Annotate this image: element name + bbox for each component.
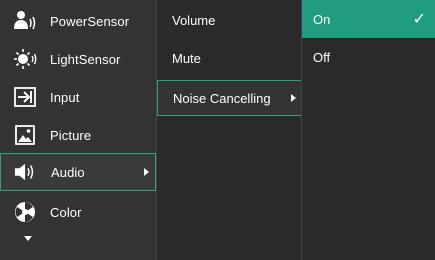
picture-icon [13, 123, 37, 147]
submenu-item-label: Noise Cancelling [173, 90, 271, 106]
submenu-item-label: Mute [172, 50, 201, 66]
menu-item-lightsensor[interactable]: LightSensor [0, 40, 156, 78]
submenu-item-volume[interactable]: Volume [157, 2, 302, 38]
menu-item-label: Color [50, 204, 82, 220]
noise-cancelling-options: On ✓ Off [301, 0, 435, 260]
menu-item-label: LightSensor [50, 51, 121, 67]
scroll-down-icon[interactable] [24, 236, 32, 241]
menu-item-input[interactable]: Input [0, 78, 156, 116]
audio-icon [14, 160, 38, 184]
menu-item-audio[interactable]: Audio [0, 153, 156, 191]
input-icon [13, 85, 37, 109]
menu-item-label: Input [50, 89, 80, 105]
option-label: Off [313, 49, 331, 65]
main-menu: PowerSensor LightSensor Input Picture Au… [0, 0, 156, 260]
light-sensor-icon [13, 47, 37, 71]
audio-submenu: Volume Mute Noise Cancelling [156, 0, 302, 260]
option-label: On [313, 11, 331, 27]
menu-item-picture[interactable]: Picture [0, 116, 156, 154]
option-on[interactable]: On ✓ [302, 0, 435, 38]
menu-item-color[interactable]: Color [0, 193, 156, 231]
submenu-item-mute[interactable]: Mute [157, 40, 302, 76]
submenu-item-noise-cancelling[interactable]: Noise Cancelling [157, 80, 302, 116]
power-sensor-icon [13, 9, 37, 33]
chevron-right-icon [144, 168, 149, 176]
submenu-item-label: Volume [172, 12, 216, 28]
color-icon [13, 200, 37, 224]
menu-item-powersensor[interactable]: PowerSensor [0, 2, 156, 40]
option-off[interactable]: Off [302, 38, 435, 76]
menu-item-label: Picture [50, 127, 92, 143]
menu-item-label: Audio [51, 164, 85, 180]
check-icon: ✓ [412, 11, 426, 28]
chevron-right-icon [291, 94, 296, 102]
osd-menu: PowerSensor LightSensor Input Picture Au… [0, 0, 435, 260]
menu-item-label: PowerSensor [50, 13, 130, 29]
